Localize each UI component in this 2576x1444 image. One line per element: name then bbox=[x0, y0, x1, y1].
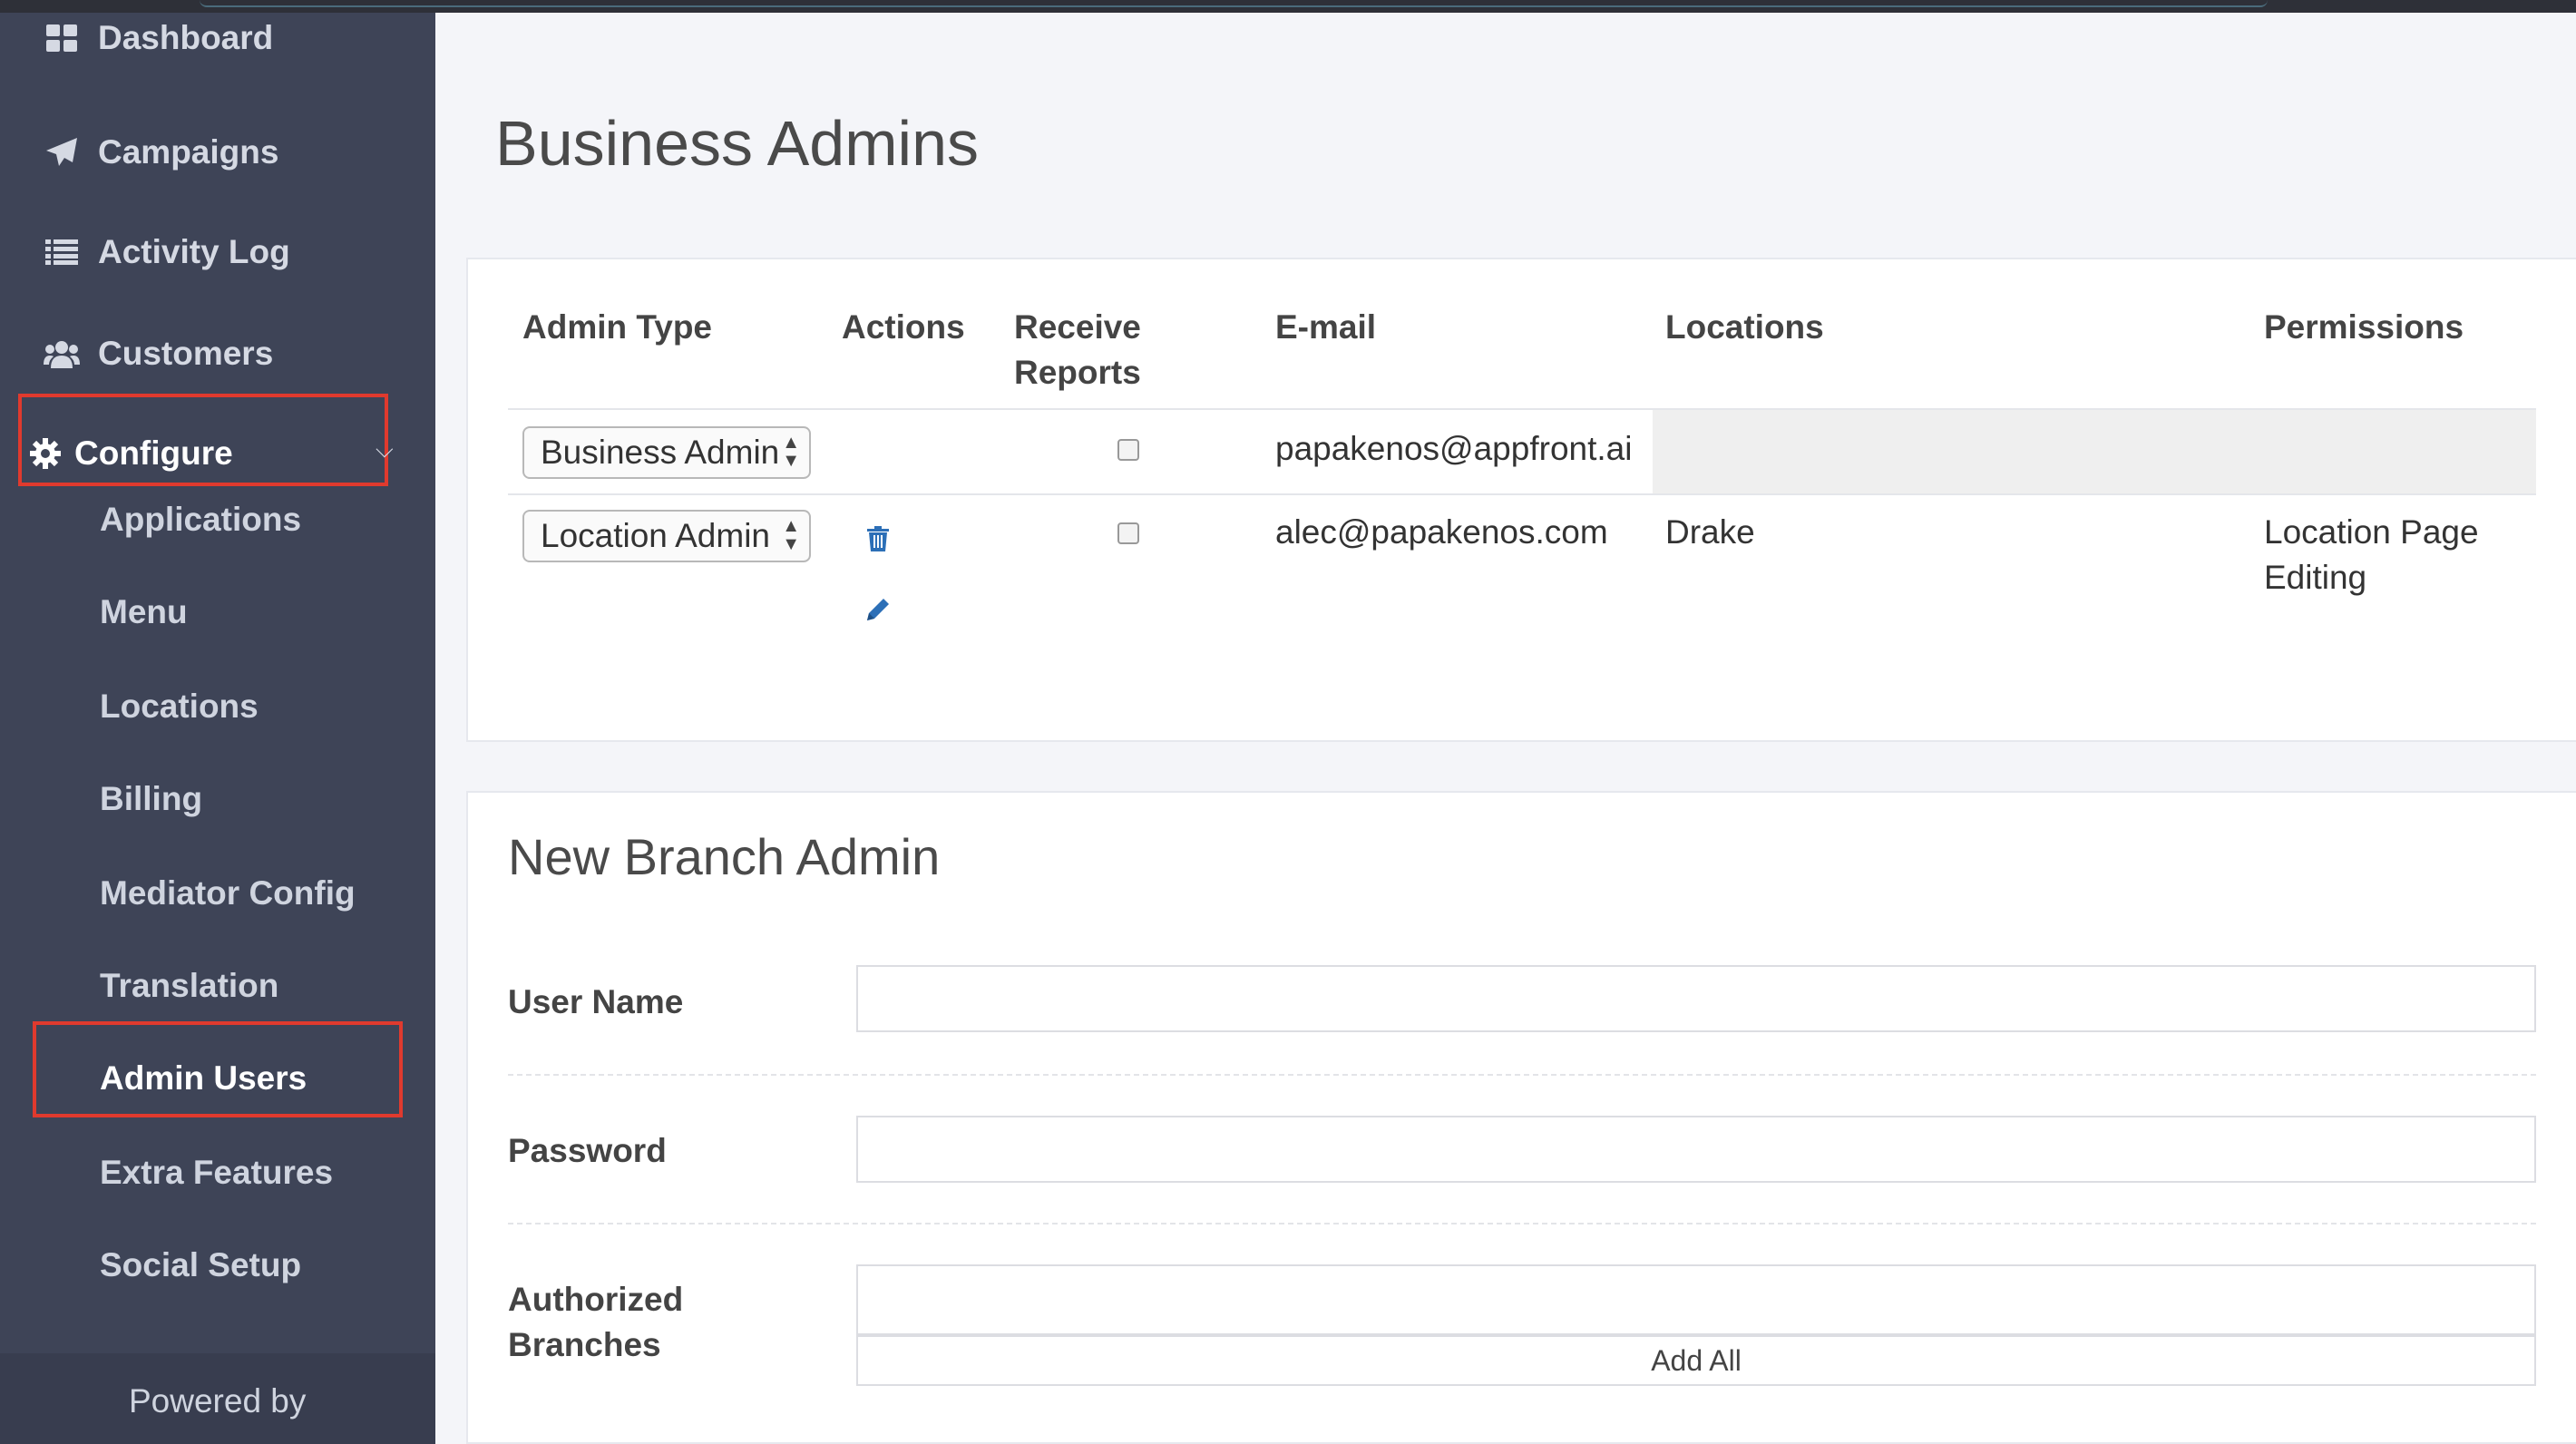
sidebar-item-activity-log[interactable]: Activity Log bbox=[0, 227, 435, 278]
email-cell: alec@papakenos.com bbox=[1275, 513, 1608, 551]
admin-type-select[interactable]: Business Admin ▲ ▼ bbox=[522, 426, 811, 479]
receive-reports-checkbox[interactable] bbox=[1117, 522, 1139, 544]
sidebar-item-label: Campaigns bbox=[98, 133, 279, 171]
gear-icon bbox=[27, 438, 63, 469]
admin-type-select[interactable]: Location Admin ▲ ▼ bbox=[522, 510, 811, 562]
header-line: Receive bbox=[1014, 308, 1141, 346]
column-header-receive-reports: Receive Reports bbox=[1014, 305, 1141, 395]
users-icon bbox=[44, 339, 80, 368]
sidebar-footer: Powered by bbox=[0, 1353, 435, 1444]
label-line: Authorized bbox=[508, 1281, 684, 1318]
authorized-branches-label: Authorized Branches bbox=[508, 1277, 683, 1368]
sidebar-item-campaigns[interactable]: Campaigns bbox=[0, 127, 435, 178]
permissions-line: Editing bbox=[2264, 559, 2367, 596]
label-line: Branches bbox=[508, 1326, 661, 1363]
sidebar-item-label: Dashboard bbox=[98, 19, 274, 56]
section-title: New Branch Admin bbox=[508, 828, 941, 885]
sidebar-subitem-extra-features[interactable]: Extra Features bbox=[100, 1154, 333, 1192]
powered-by-text: Powered by bbox=[129, 1382, 307, 1420]
column-header-admin-type: Admin Type bbox=[522, 308, 712, 346]
admin-type-value: Location Admin bbox=[541, 517, 771, 554]
sidebar-subitem-admin-users[interactable]: Admin Users bbox=[100, 1059, 307, 1098]
sidebar-item-customers[interactable]: Customers bbox=[0, 328, 435, 379]
sidebar-item-label: Customers bbox=[98, 335, 274, 372]
sidebar: Dashboard Campaigns Activity Log Custome… bbox=[0, 13, 435, 1444]
permissions-cell: Location Page Editing bbox=[2264, 510, 2479, 600]
sidebar-item-configure[interactable]: Configure bbox=[0, 428, 435, 479]
list-icon bbox=[44, 239, 80, 265]
url-bar-edge bbox=[200, 0, 2268, 7]
sidebar-subitem-menu[interactable]: Menu bbox=[100, 593, 188, 631]
sidebar-subitem-social-setup[interactable]: Social Setup bbox=[100, 1246, 301, 1284]
chevron-down-icon[interactable]: ⌵ bbox=[376, 435, 394, 464]
column-header-email: E-mail bbox=[1275, 308, 1377, 346]
username-label: User Name bbox=[508, 983, 684, 1020]
password-label: Password bbox=[508, 1132, 667, 1169]
paper-plane-icon bbox=[44, 137, 80, 168]
pencil-icon[interactable] bbox=[865, 597, 891, 627]
add-all-button[interactable]: Add All bbox=[856, 1335, 2536, 1386]
column-header-locations: Locations bbox=[1665, 308, 1824, 346]
trash-icon[interactable] bbox=[867, 526, 889, 556]
dashboard-icon bbox=[44, 24, 80, 52]
form-divider bbox=[508, 1074, 2536, 1076]
header-line: Reports bbox=[1014, 354, 1141, 391]
sidebar-subitem-billing[interactable]: Billing bbox=[100, 780, 202, 818]
locations-cell: Drake bbox=[1665, 513, 1755, 551]
admin-type-value: Business Admin bbox=[541, 434, 780, 471]
receive-reports-checkbox[interactable] bbox=[1117, 439, 1139, 461]
sidebar-subitem-mediator-config[interactable]: Mediator Config bbox=[100, 874, 356, 912]
sidebar-subitem-translation[interactable]: Translation bbox=[100, 967, 278, 1005]
table-cell-locations-empty bbox=[1653, 410, 2536, 493]
column-header-permissions: Permissions bbox=[2264, 308, 2464, 346]
page-title: Business Admins bbox=[495, 108, 980, 179]
sidebar-item-label: Configure bbox=[74, 434, 233, 472]
form-divider bbox=[508, 1223, 2536, 1224]
select-arrows-icon: ▲ ▼ bbox=[782, 433, 800, 471]
authorized-branches-input[interactable] bbox=[856, 1264, 2536, 1335]
admins-table-card bbox=[466, 258, 2576, 742]
sidebar-subitem-locations[interactable]: Locations bbox=[100, 688, 259, 726]
sidebar-item-label: Activity Log bbox=[98, 233, 290, 270]
column-header-actions: Actions bbox=[842, 308, 965, 346]
browser-top-strip bbox=[0, 0, 2576, 13]
email-cell: papakenos@appfront.ai bbox=[1275, 430, 1633, 467]
username-input[interactable] bbox=[856, 965, 2536, 1032]
password-input[interactable] bbox=[856, 1116, 2536, 1183]
select-arrows-icon: ▲ ▼ bbox=[782, 516, 800, 554]
permissions-line: Location Page bbox=[2264, 513, 2479, 551]
sidebar-item-dashboard[interactable]: Dashboard bbox=[0, 13, 435, 63]
table-divider bbox=[508, 493, 2536, 495]
sidebar-subitem-applications[interactable]: Applications bbox=[100, 501, 301, 539]
